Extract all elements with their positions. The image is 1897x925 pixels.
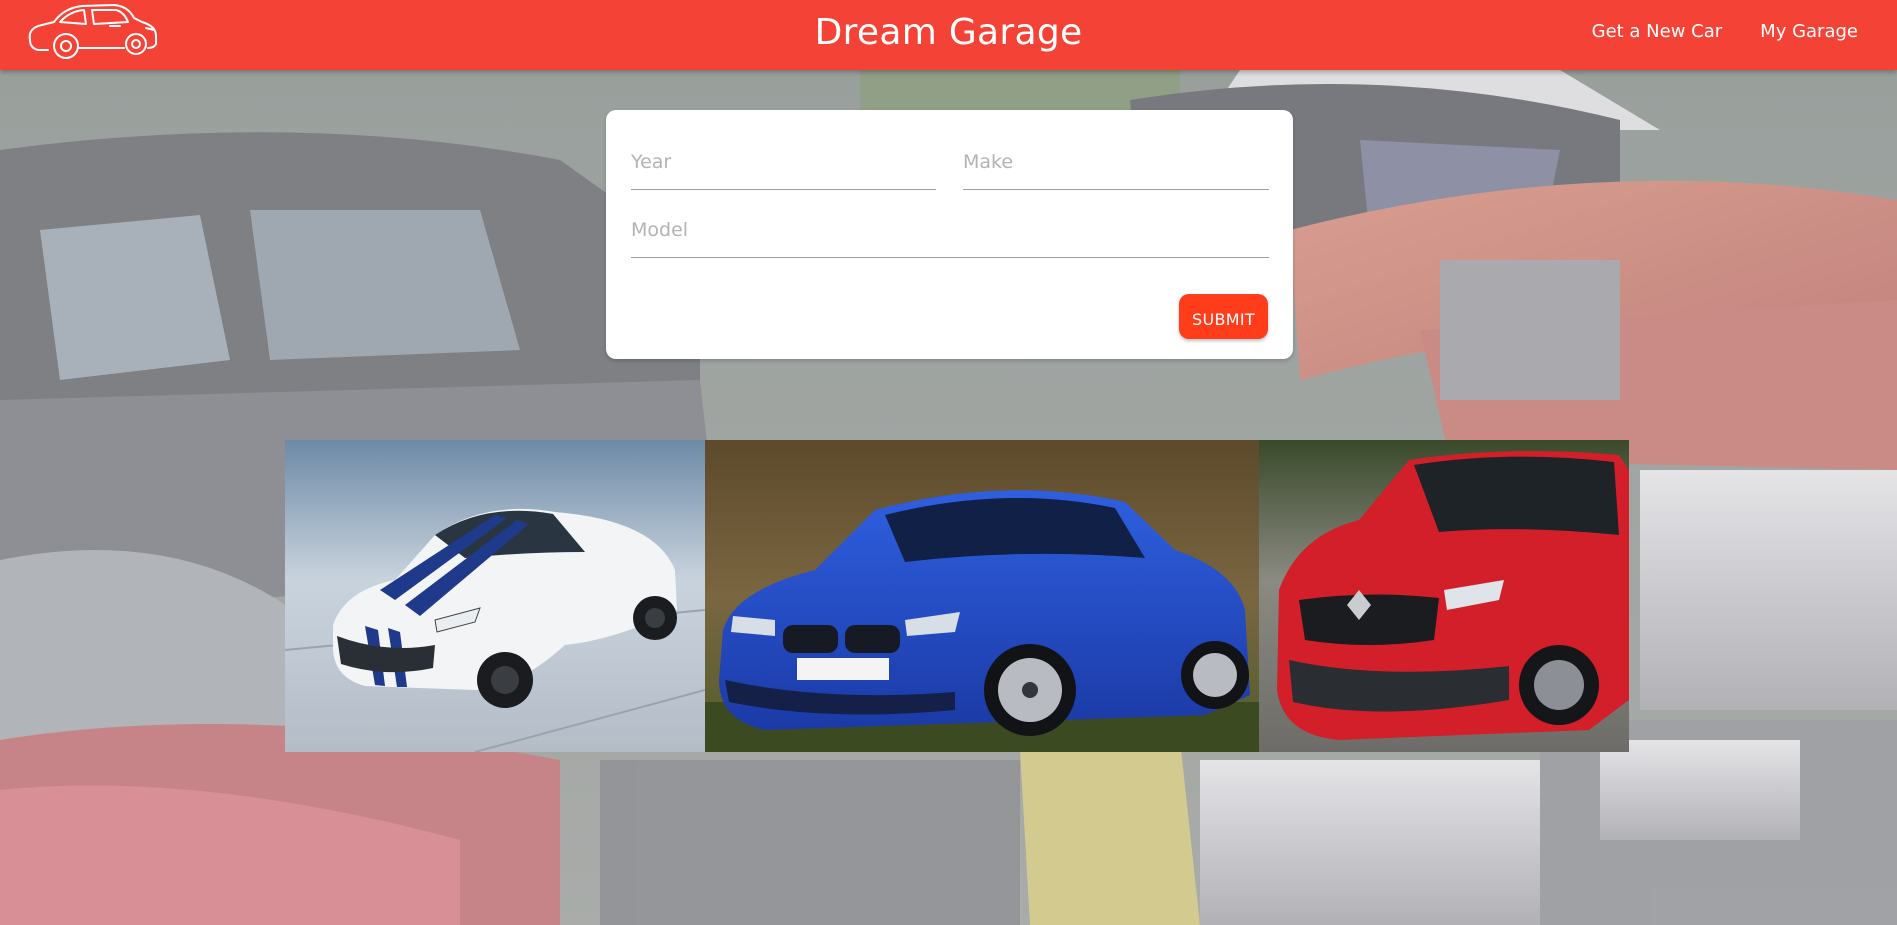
top-navbar: Dream Garage Get a New Car My Garage [0,0,1897,70]
make-input[interactable] [963,142,1269,190]
model-input[interactable] [631,210,1269,258]
year-input[interactable] [631,142,936,190]
submit-button[interactable]: SUBMIT [1179,294,1268,339]
nav-links: Get a New Car My Garage [1573,0,1877,64]
red-suv-photo[interactable] [1259,440,1629,752]
blue-sedan-photo[interactable] [705,440,1259,752]
add-car-form-card: SUBMIT [606,110,1293,359]
white-sports-coupe-photo[interactable] [285,440,705,752]
nav-link-get-new-car[interactable]: Get a New Car [1573,0,1742,64]
car-gallery [285,440,1629,752]
nav-link-my-garage[interactable]: My Garage [1741,0,1877,64]
